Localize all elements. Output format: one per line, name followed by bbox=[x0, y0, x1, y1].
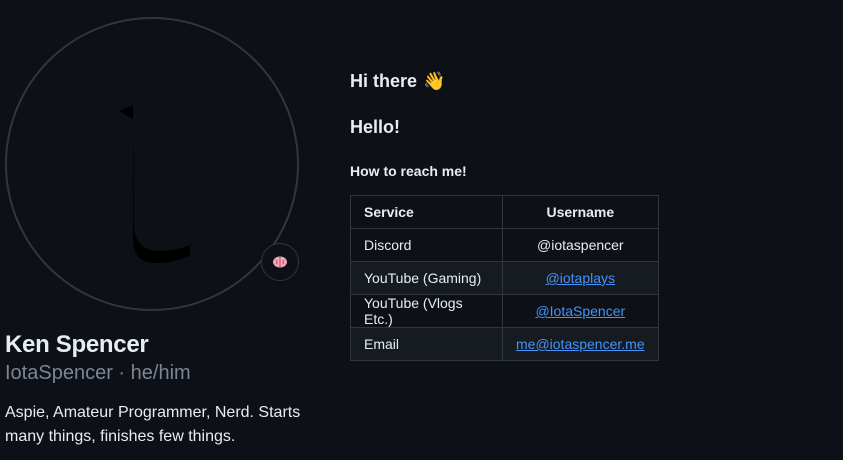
header-service: Service bbox=[350, 195, 503, 229]
email-link[interactable]: me@iotaspencer.me bbox=[516, 336, 645, 352]
contact-table: Service Username Discord @iotaspencer Yo… bbox=[350, 195, 659, 361]
readme-greeting-heading: Hi there 👋 bbox=[350, 71, 445, 92]
profile-full-name: Ken Spencer bbox=[5, 331, 149, 358]
profile-bio: Aspie, Amateur Programmer, Nerd. Starts … bbox=[5, 404, 301, 445]
table-row: YouTube (Gaming) @iotaplays bbox=[350, 261, 659, 295]
service-cell: Discord bbox=[350, 228, 503, 262]
service-cell: YouTube (Gaming) bbox=[350, 261, 503, 295]
username-cell: @iotaspencer bbox=[502, 228, 659, 262]
name-separator: · bbox=[112, 362, 131, 384]
table-row: Email me@iotaspencer.me bbox=[350, 327, 659, 361]
iota-logo-icon bbox=[119, 105, 190, 263]
service-cell: Email bbox=[350, 327, 503, 361]
table-header-row: Service Username bbox=[350, 195, 659, 229]
profile-pronouns: he/him bbox=[130, 362, 191, 384]
profile-username-line: IotaSpencer · he/him bbox=[5, 362, 191, 385]
discord-username: @iotaspencer bbox=[537, 237, 624, 253]
youtube-vlogs-link[interactable]: @IotaSpencer bbox=[535, 303, 625, 319]
username-cell: @IotaSpencer bbox=[502, 294, 659, 328]
readme-hello-heading: Hello! bbox=[350, 117, 401, 137]
brain-icon bbox=[273, 256, 287, 268]
profile-page: Ken Spencer IotaSpencer · he/him Aspie, … bbox=[0, 0, 843, 460]
table-row: YouTube (Vlogs Etc.) @IotaSpencer bbox=[350, 294, 659, 328]
youtube-gaming-link[interactable]: @iotaplays bbox=[546, 270, 615, 286]
header-username: Username bbox=[502, 195, 659, 229]
profile-username: IotaSpencer bbox=[5, 362, 113, 384]
username-cell: @iotaplays bbox=[502, 261, 659, 295]
service-cell: YouTube (Vlogs Etc.) bbox=[350, 294, 503, 328]
waving-hand-icon: 👋 bbox=[423, 71, 446, 91]
table-row: Discord @iotaspencer bbox=[350, 228, 659, 262]
status-emoji-button[interactable] bbox=[261, 243, 299, 281]
greeting-text: Hi there bbox=[350, 71, 418, 91]
readme-reach-heading: How to reach me! bbox=[350, 163, 467, 179]
username-cell: me@iotaspencer.me bbox=[502, 327, 659, 361]
avatar[interactable] bbox=[5, 17, 299, 311]
